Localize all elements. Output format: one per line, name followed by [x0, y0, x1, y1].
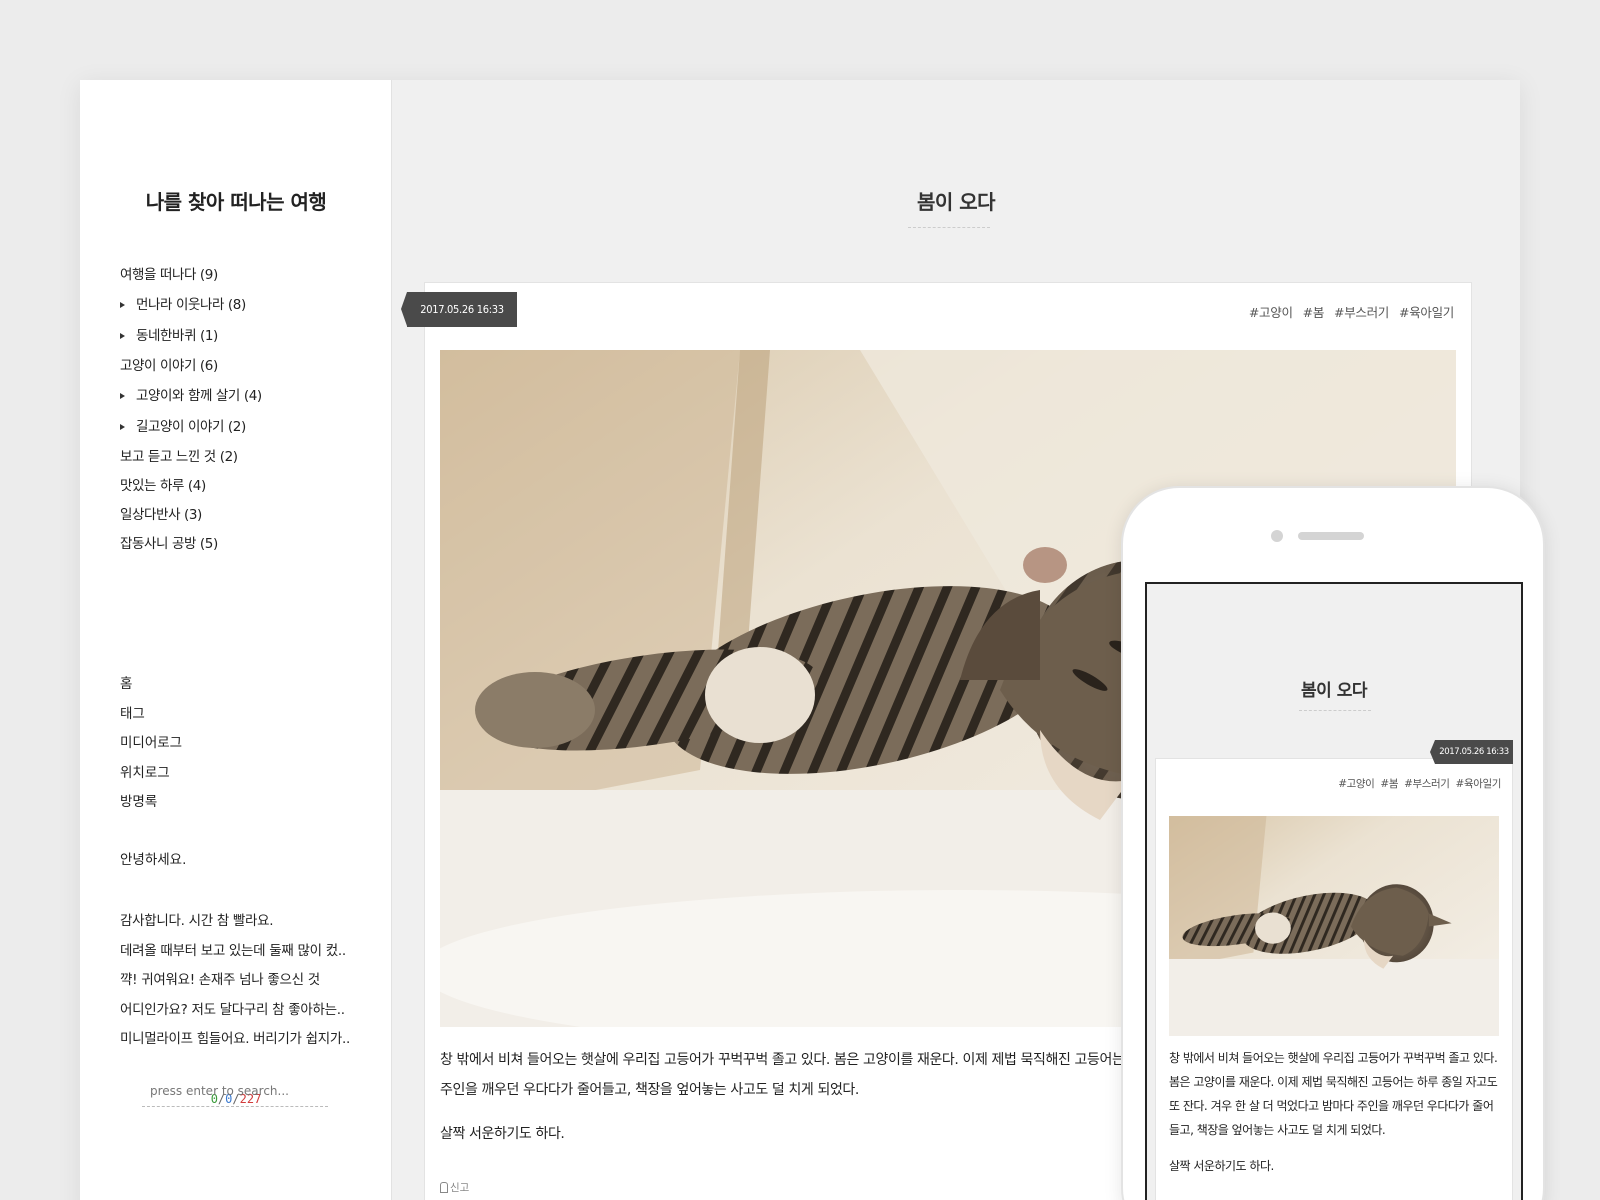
recent-comment[interactable]: 어디인가요? 저도 달다구리 참 좋아하는.. [120, 996, 350, 1026]
category-item[interactable]: 여행을 떠나다 (9) [120, 261, 262, 290]
nav-item[interactable]: 미디어로그 [120, 729, 182, 759]
report-icon [440, 1182, 448, 1193]
mobile-cat-photo-image [1169, 816, 1499, 1036]
mobile-post-paragraph: 창 밖에서 비쳐 들어오는 햇살에 우리집 고등어가 꾸벅꾸벅 졸고 있다. 봄… [1169, 1051, 1498, 1137]
category-label: 일상다반사 (3) [120, 507, 202, 523]
mobile-post-body: 창 밖에서 비쳐 들어오는 햇살에 우리집 고등어가 꾸벅꾸벅 졸고 있다. 봄… [1169, 1046, 1503, 1178]
category-label: 여행을 떠나다 (9) [120, 267, 218, 283]
recent-comment[interactable]: 감사합니다. 시간 참 빨라요. [120, 907, 350, 937]
category-label: 잡동사니 공방 (5) [120, 536, 218, 552]
category-item[interactable]: 잡동사니 공방 (5) [120, 530, 262, 559]
tag-link[interactable]: #봄 [1303, 305, 1325, 320]
sidebar: 나를 찾아 떠나는 여행 여행을 떠나다 (9) 먼나라 이웃나라 (8) 동네한바… [80, 80, 392, 1200]
recent-comments: 감사합니다. 시간 참 빨라요. 데려올 때부터 보고 있는데 둘째 많이 컸..… [120, 907, 350, 1055]
nav-item[interactable]: 방명록 [120, 788, 182, 818]
notice-link[interactable]: 안녕하세요. [120, 848, 186, 868]
report-label: 신고 [450, 1182, 470, 1194]
nav-item[interactable]: 홈 [120, 670, 182, 700]
report-link[interactable]: 신고 [440, 1180, 469, 1195]
category-label: 먼나라 이웃나라 (8) [136, 297, 246, 313]
phone-camera-icon [1271, 530, 1283, 542]
category-item[interactable]: 일상다반사 (3) [120, 501, 262, 530]
phone-screen: 봄이 오다 2017.05.26 16:33 #고양이 #봄 #부스러기 #육아일기 … [1145, 582, 1523, 1200]
category-item[interactable]: 고양이 이야기 (6) [120, 352, 262, 381]
tag-link[interactable]: #부스러기 [1334, 305, 1389, 320]
mobile-title-divider [1299, 710, 1371, 711]
category-list: 여행을 떠나다 (9) 먼나라 이웃나라 (8) 동네한바퀴 (1) 고양이 이야기 … [120, 261, 262, 559]
mobile-post-tags: #고양이 #봄 #부스러기 #육아일기 [1332, 776, 1501, 791]
recent-comment[interactable]: 미니멀라이프 힘들어요. 버리기가 쉽지가.. [120, 1025, 350, 1055]
category-item[interactable]: 맛있는 하루 (4) [120, 472, 262, 501]
mobile-post-paragraph: 살짝 서운하기도 하다. [1169, 1159, 1274, 1173]
category-label: 고양이 이야기 (6) [120, 358, 218, 374]
category-label: 맛있는 하루 (4) [120, 478, 206, 494]
category-label: 동네한바퀴 (1) [136, 328, 218, 344]
mobile-post-photo [1169, 816, 1499, 1036]
category-label: 보고 듣고 느낀 것 (2) [120, 449, 238, 465]
category-item[interactable]: 먼나라 이웃나라 (8) [120, 290, 262, 321]
category-item[interactable]: 보고 듣고 느낀 것 (2) [120, 443, 262, 472]
caret-right-icon [120, 302, 125, 308]
mobile-post-date: 2017.05.26 16:33 [1430, 740, 1513, 764]
search-input[interactable] [142, 1075, 328, 1107]
phone-mockup: 봄이 오다 2017.05.26 16:33 #고양이 #봄 #부스러기 #육아일기 … [1121, 486, 1545, 1200]
recent-comment[interactable]: 데려올 때부터 보고 있는데 둘째 많이 컸.. [120, 937, 350, 967]
tag-link[interactable]: #육아일기 [1399, 305, 1454, 320]
tag-link[interactable]: #봄 [1380, 778, 1398, 790]
title-divider [908, 227, 990, 228]
tag-link[interactable]: #고양이 [1338, 778, 1375, 790]
category-label: 길고양이 이야기 (2) [136, 419, 246, 435]
category-item[interactable]: 길고양이 이야기 (2) [120, 412, 262, 443]
phone-speaker [1298, 532, 1364, 540]
post-date: 2017.05.26 16:33 [401, 292, 517, 327]
recent-comment[interactable]: 꺅! 귀여워요! 손재주 넘나 좋으신 것 [120, 966, 350, 996]
caret-right-icon [120, 333, 125, 339]
category-item[interactable]: 동네한바퀴 (1) [120, 321, 262, 352]
nav-item[interactable]: 위치로그 [120, 759, 182, 789]
nav-list: 홈 태그 미디어로그 위치로그 방명록 [120, 670, 182, 818]
tag-link[interactable]: #고양이 [1249, 305, 1293, 320]
category-label: 고양이와 함께 살기 (4) [136, 388, 262, 404]
mobile-post-title: 봄이 오다 [1301, 681, 1367, 701]
tag-link[interactable]: #육아일기 [1456, 778, 1502, 790]
blog-title[interactable]: 나를 찾아 떠나는 여행 [80, 186, 392, 215]
nav-item[interactable]: 태그 [120, 700, 182, 730]
tag-link[interactable]: #부스러기 [1404, 778, 1450, 790]
category-item[interactable]: 고양이와 함께 살기 (4) [120, 381, 262, 412]
post-tags: #고양이 #봄 #부스러기 #육아일기 [1239, 302, 1454, 321]
caret-right-icon [120, 424, 125, 430]
post-title: 봄이 오다 [916, 190, 996, 214]
caret-right-icon [120, 393, 125, 399]
